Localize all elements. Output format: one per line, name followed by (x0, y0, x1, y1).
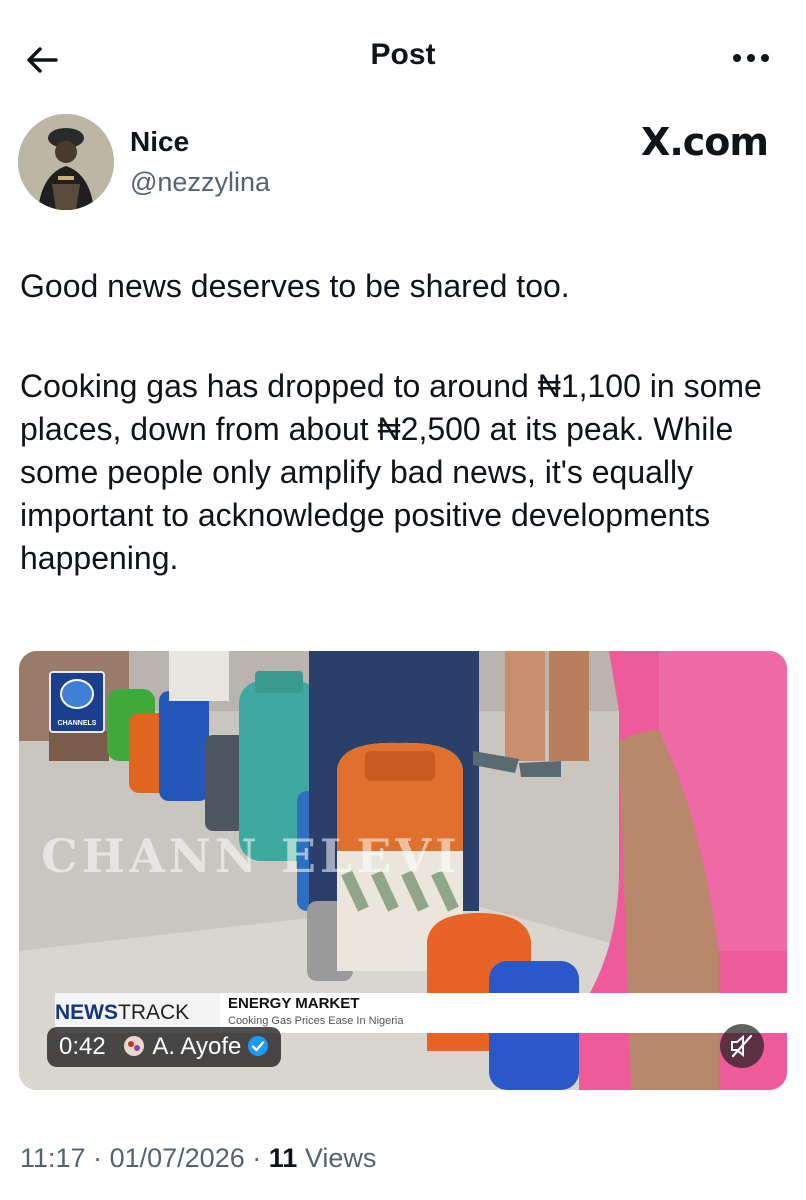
video-duration: 0:42 (59, 1033, 106, 1060)
more-options-icon[interactable] (728, 38, 774, 78)
post-date: 01/07/2026 (109, 1143, 245, 1173)
mute-icon[interactable] (720, 1024, 764, 1068)
separator: · (93, 1143, 103, 1173)
ticker-headline: ENERGY MARKET (228, 995, 360, 1012)
author-handle[interactable]: @nezzylina (130, 167, 270, 198)
video-watermark: CHANN ELEVI (41, 829, 461, 883)
top-bar: Post (0, 0, 806, 115)
ticker-headline-box: ENERGY MARKET Cooking Gas Prices Ease In… (220, 993, 787, 1033)
uploader-name: A. Ayofe (152, 1033, 242, 1060)
views-count[interactable]: 11 (269, 1143, 298, 1173)
verified-badge-icon (248, 1036, 269, 1056)
views-label: Views (304, 1143, 377, 1173)
page-title: Post (370, 38, 436, 71)
brand-watermark: X.com (641, 120, 769, 164)
avatar[interactable] (18, 114, 114, 210)
ticker-subline: Cooking Gas Prices Ease In Nigeria (228, 1015, 404, 1027)
uploader-avatar-icon (124, 1036, 145, 1056)
post-time: 11:17 (20, 1143, 86, 1173)
post-metadata: 11:17 · 01/07/2026 · 11 Views (20, 1143, 376, 1174)
channel-logo: CHANNELS (49, 671, 105, 733)
separator: · (252, 1143, 262, 1173)
post-text-paragraph: Good news deserves to be shared too. (20, 268, 570, 304)
post-text-paragraph: Cooking gas has dropped to around ₦1,100… (20, 368, 762, 576)
video-duration-badge: 0:42 A. Ayofe (47, 1027, 282, 1067)
author-name[interactable]: Nice (130, 126, 189, 158)
video-player[interactable]: CHANNELS CHANN ELEVI NEWSTRACK ENERGY MA… (19, 651, 787, 1090)
